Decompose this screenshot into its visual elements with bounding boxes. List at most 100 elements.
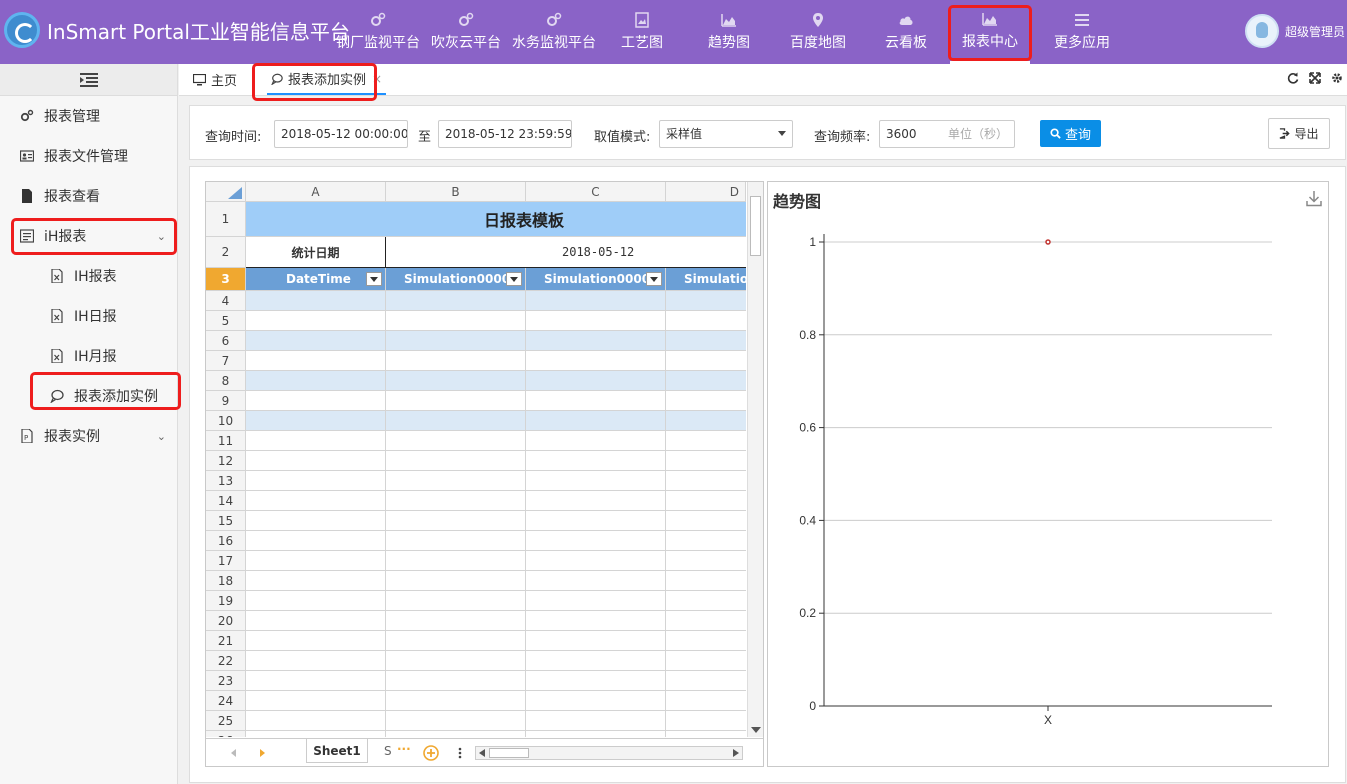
export-button[interactable]: 导出 (1268, 118, 1330, 149)
sheet-cell[interactable] (526, 691, 666, 711)
date-label-cell[interactable]: 统计日期 (246, 237, 386, 268)
column-title-cell[interactable]: Simulation00001 (386, 268, 526, 291)
sheet-cell[interactable] (666, 671, 746, 691)
scrollbar-thumb[interactable] (489, 748, 529, 758)
vertical-scrollbar[interactable] (747, 182, 763, 737)
sheet-cell[interactable] (666, 471, 746, 491)
sheet-cell[interactable] (246, 311, 386, 331)
sheet-cell[interactable] (666, 311, 746, 331)
gear-icon[interactable] (1331, 72, 1343, 84)
sheet-cell[interactable] (386, 651, 526, 671)
sheet-cell[interactable] (666, 531, 746, 551)
sheet-cell[interactable] (666, 571, 746, 591)
column-title-cell[interactable]: Simulation00002 (526, 268, 666, 291)
sidebar-item-add-report-instance[interactable]: 报表添加实例 (0, 376, 178, 416)
sheet-cell[interactable] (666, 691, 746, 711)
sheet-cell[interactable] (526, 591, 666, 611)
sidebar-item-ih-report-sub[interactable]: IH报表 (0, 256, 178, 296)
row-header[interactable]: 26 (206, 731, 246, 737)
row-header[interactable]: 16 (206, 531, 246, 551)
sheet-cell[interactable] (526, 631, 666, 651)
column-header[interactable]: C (526, 182, 666, 202)
refresh-icon[interactable] (1287, 72, 1299, 84)
sheet-cell[interactable] (526, 491, 666, 511)
prev-sheet-icon[interactable] (230, 749, 238, 757)
sheet-cell[interactable] (526, 471, 666, 491)
scrollbar-thumb[interactable] (750, 196, 761, 256)
sidebar-item-ih-daily[interactable]: IH日报 (0, 296, 178, 336)
sheet-cell[interactable] (386, 671, 526, 691)
scroll-down-icon[interactable] (751, 727, 761, 733)
row-header[interactable]: 20 (206, 611, 246, 631)
sheet-cell[interactable] (386, 371, 526, 391)
sheet-cell[interactable] (386, 391, 526, 411)
row-header[interactable]: 22 (206, 651, 246, 671)
start-time-input[interactable]: 2018-05-12 00:00:00 (274, 120, 408, 148)
sheet-cell[interactable] (666, 591, 746, 611)
sheet-cell[interactable] (386, 611, 526, 631)
sheet-cell[interactable] (526, 651, 666, 671)
sheet-cell[interactable] (666, 511, 746, 531)
sheet-cell[interactable] (666, 451, 746, 471)
sheet-cell[interactable] (526, 411, 666, 431)
nav-steel-platform[interactable]: 钢厂监视平台 (336, 0, 420, 64)
row-header[interactable]: 1 (206, 202, 246, 237)
row-header[interactable]: 12 (206, 451, 246, 471)
sheet-cell[interactable] (526, 511, 666, 531)
nav-more-apps[interactable]: 更多应用 (1054, 0, 1110, 64)
sheet-cell[interactable] (246, 411, 386, 431)
sheet-cell[interactable] (386, 431, 526, 451)
sidebar-item-report-management[interactable]: 报表管理 (0, 96, 178, 136)
row-header[interactable]: 14 (206, 491, 246, 511)
sheet-cell[interactable] (246, 571, 386, 591)
sheet-cell[interactable] (526, 731, 666, 737)
row-header[interactable]: 17 (206, 551, 246, 571)
sidebar-item-report-files[interactable]: 报表文件管理 (0, 136, 178, 176)
sheet-cell[interactable] (386, 491, 526, 511)
filter-dropdown-button[interactable] (646, 272, 662, 286)
sheet-cell[interactable] (526, 331, 666, 351)
sheet-cell[interactable] (246, 691, 386, 711)
sheet-cell[interactable] (526, 611, 666, 631)
sheet-cell[interactable] (246, 451, 386, 471)
query-button[interactable]: 查询 (1040, 120, 1101, 147)
row-header[interactable]: 21 (206, 631, 246, 651)
sheet-cell[interactable] (246, 331, 386, 351)
sheet-cell[interactable] (386, 571, 526, 591)
sheet-cell[interactable] (386, 291, 526, 311)
filter-dropdown-button[interactable] (366, 272, 382, 286)
sheet-cell[interactable] (386, 731, 526, 737)
vertical-dots-icon[interactable] (458, 747, 462, 759)
sheet-cell[interactable] (666, 351, 746, 371)
sheet-cell[interactable] (526, 551, 666, 571)
column-title-cell[interactable]: DateTime (246, 268, 386, 291)
sheet-cell[interactable] (666, 291, 746, 311)
nav-baidu-map[interactable]: 百度地图 (790, 0, 846, 64)
next-sheet-icon[interactable] (258, 749, 266, 757)
horizontal-scrollbar[interactable] (475, 746, 743, 760)
more-sheets-icon[interactable]: ··· (397, 742, 411, 756)
sheet-cell[interactable] (666, 631, 746, 651)
row-header[interactable]: 7 (206, 351, 246, 371)
sheet-cell[interactable] (666, 551, 746, 571)
sheet-cell[interactable] (666, 411, 746, 431)
sheet-cell[interactable] (666, 731, 746, 737)
nav-process-diagram[interactable]: 工艺图 (621, 0, 663, 64)
sheet-cell[interactable] (246, 351, 386, 371)
sheet-cell[interactable] (386, 591, 526, 611)
sheet-cell[interactable] (526, 351, 666, 371)
row-header[interactable]: 6 (206, 331, 246, 351)
sheet-cell[interactable] (526, 671, 666, 691)
row-header[interactable]: 23 (206, 671, 246, 691)
sheet-cell[interactable] (246, 431, 386, 451)
sheet-cell[interactable] (246, 471, 386, 491)
sheet-cell[interactable] (246, 711, 386, 731)
row-header[interactable]: 9 (206, 391, 246, 411)
column-header[interactable]: A (246, 182, 386, 202)
sheet-cell[interactable] (386, 631, 526, 651)
sidebar-item-report-instances[interactable]: P 报表实例 ⌄ (0, 416, 178, 456)
select-all-corner[interactable] (206, 182, 246, 202)
sheet-cell[interactable] (666, 611, 746, 631)
sheet-cell[interactable] (386, 551, 526, 571)
sidebar-toggle[interactable] (0, 64, 177, 96)
